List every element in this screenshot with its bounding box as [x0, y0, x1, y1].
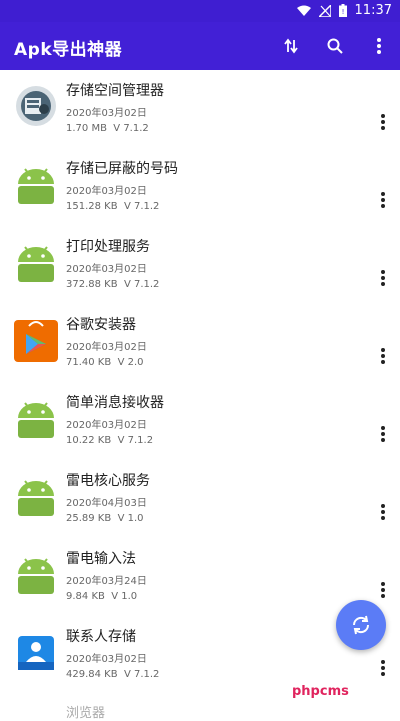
refresh-fab[interactable] [336, 600, 386, 650]
more-vert-icon [381, 660, 385, 676]
app-name: 简单消息接收器 [66, 395, 164, 411]
app-version: V 7.1.2 [123, 279, 160, 290]
more-vert-icon [381, 114, 385, 130]
partial-list-item: 浏览器 [66, 706, 106, 721]
app-meta: 10.22 KB V 7.1.2 [66, 435, 153, 446]
install-date: 2020年04月03日 [66, 498, 147, 509]
more-vert-icon [381, 270, 385, 286]
install-date: 2020年03月02日 [66, 342, 147, 353]
install-date: 2020年03月02日 [66, 264, 147, 275]
list-item[interactable]: 谷歌安装器 2020年03月02日 71.40 KB V 2.0 [0, 304, 400, 382]
svg-text:!: ! [341, 8, 344, 16]
item-more-button[interactable] [376, 582, 390, 600]
app-version: V 7.1.2 [123, 669, 160, 680]
list-item[interactable]: 雷电核心服务 2020年04月03日 25.89 KB V 1.0 [0, 460, 400, 538]
install-date: 2020年03月02日 [66, 108, 147, 119]
app-version: V 1.0 [111, 591, 138, 602]
more-vert-icon [381, 192, 385, 208]
app-meta: 151.28 KB V 7.1.2 [66, 201, 159, 212]
app-bar: Apk导出神器 [0, 22, 400, 70]
item-more-button[interactable] [376, 426, 390, 444]
app-size: 151.28 KB [66, 201, 118, 212]
wifi-icon [296, 5, 311, 16]
app-size: 1.70 MB [66, 123, 107, 134]
list-item[interactable]: 存储已屏蔽的号码 2020年03月02日 151.28 KB V 7.1.2 [0, 148, 400, 226]
app-title: Apk导出神器 [14, 40, 123, 60]
more-vert-icon [381, 348, 385, 364]
app-version: V 7.1.2 [117, 435, 154, 446]
app-meta: 429.84 KB V 7.1.2 [66, 669, 159, 680]
more-vert-icon [381, 504, 385, 520]
list-item[interactable]: 打印处理服务 2020年03月02日 372.88 KB V 7.1.2 [0, 226, 400, 304]
android-icon [18, 246, 54, 282]
app-version: V 2.0 [117, 357, 144, 368]
item-more-button[interactable] [376, 504, 390, 522]
search-button[interactable] [324, 34, 346, 58]
app-list: 存储空间管理器 2020年03月02日 1.70 MB V 7.1.2 存储已屏… [0, 70, 400, 694]
install-date: 2020年03月02日 [66, 420, 147, 431]
list-item[interactable]: 存储空间管理器 2020年03月02日 1.70 MB V 7.1.2 [0, 70, 400, 148]
item-more-button[interactable] [376, 348, 390, 366]
app-name: 存储已屏蔽的号码 [66, 161, 178, 177]
install-date: 2020年03月02日 [66, 654, 147, 665]
app-version: V 7.1.2 [123, 201, 160, 212]
storage-manager-icon [16, 86, 56, 126]
item-more-button[interactable] [376, 660, 390, 678]
install-date: 2020年03月02日 [66, 186, 147, 197]
refresh-icon [352, 615, 370, 635]
app-size: 10.22 KB [66, 435, 112, 446]
app-meta: 9.84 KB V 1.0 [66, 591, 137, 602]
item-more-button[interactable] [376, 192, 390, 210]
app-size: 25.89 KB [66, 513, 112, 524]
app-name: 打印处理服务 [66, 239, 150, 255]
status-bar: ! 11:37 [0, 0, 400, 22]
watermark: phpcms [292, 684, 349, 699]
overflow-menu-button[interactable] [368, 34, 390, 58]
android-icon [18, 480, 54, 516]
app-size: 9.84 KB [66, 591, 105, 602]
app-name: 存储空间管理器 [66, 83, 164, 99]
app-size: 372.88 KB [66, 279, 118, 290]
google-installer-icon [14, 320, 58, 362]
item-more-button[interactable] [376, 114, 390, 132]
signal-icon [318, 4, 331, 17]
sort-button[interactable] [280, 34, 302, 58]
android-icon [18, 558, 54, 594]
app-version: V 7.1.2 [113, 123, 149, 134]
app-meta: 25.89 KB V 1.0 [66, 513, 144, 524]
app-name: 联系人存储 [66, 629, 136, 645]
status-time: 11:37 [354, 3, 392, 18]
app-meta: 1.70 MB V 7.1.2 [66, 123, 149, 134]
sort-icon [284, 38, 298, 54]
item-more-button[interactable] [376, 270, 390, 288]
more-vert-icon [377, 38, 381, 54]
android-icon [18, 168, 54, 204]
app-meta: 71.40 KB V 2.0 [66, 357, 144, 368]
app-name: 谷歌安装器 [66, 317, 136, 333]
install-date: 2020年03月24日 [66, 576, 147, 587]
contacts-storage-icon [18, 636, 54, 670]
app-size: 429.84 KB [66, 669, 118, 680]
app-version: V 1.0 [117, 513, 144, 524]
list-item[interactable]: 雷电输入法 2020年03月24日 9.84 KB V 1.0 [0, 538, 400, 616]
more-vert-icon [381, 426, 385, 442]
more-vert-icon [381, 582, 385, 598]
app-name: 雷电核心服务 [66, 473, 150, 489]
battery-icon: ! [338, 4, 347, 17]
app-name: 雷电输入法 [66, 551, 136, 567]
app-meta: 372.88 KB V 7.1.2 [66, 279, 159, 290]
list-item[interactable]: 简单消息接收器 2020年03月02日 10.22 KB V 7.1.2 [0, 382, 400, 460]
android-icon [18, 402, 54, 438]
app-size: 71.40 KB [66, 357, 112, 368]
search-icon [327, 38, 343, 54]
